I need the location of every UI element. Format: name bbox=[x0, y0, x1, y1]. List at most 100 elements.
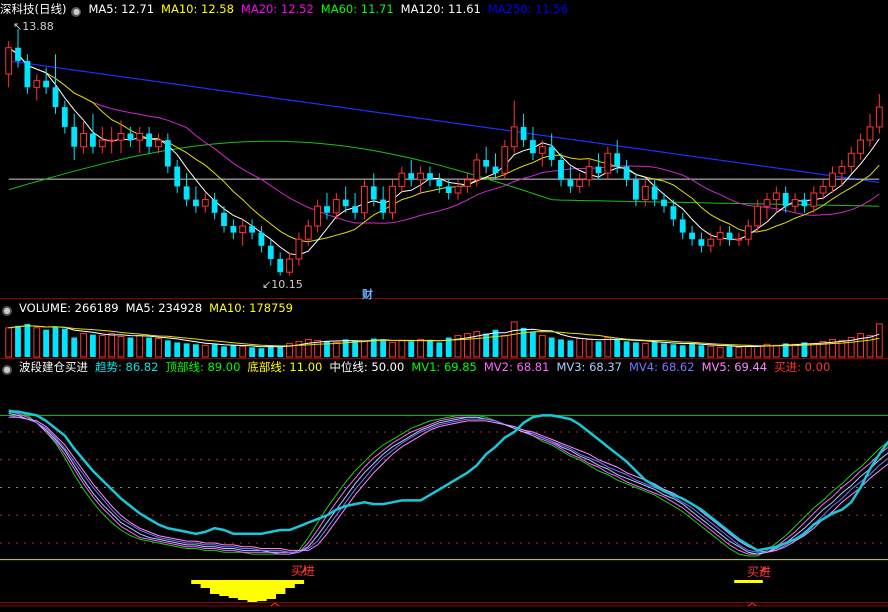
volume-bar bbox=[136, 335, 144, 358]
candle-body bbox=[174, 166, 181, 187]
volume-bar bbox=[810, 342, 818, 358]
volume-bar bbox=[239, 345, 247, 358]
candle-body bbox=[558, 160, 564, 180]
volume-legend-item-0: VOLUME: 266189 bbox=[19, 301, 119, 315]
volume-bar bbox=[436, 342, 443, 357]
candle-body bbox=[726, 232, 733, 240]
candle-body bbox=[380, 199, 386, 213]
volume-bar bbox=[707, 345, 715, 358]
volume-bar bbox=[726, 346, 733, 357]
candle-body bbox=[810, 192, 818, 207]
volume-bar bbox=[651, 341, 658, 357]
candle-body bbox=[314, 205, 322, 227]
candle-body bbox=[454, 185, 462, 194]
stock-title: 深科技(日线) bbox=[0, 2, 67, 16]
candle-body bbox=[763, 199, 771, 207]
candle-body bbox=[277, 259, 284, 273]
candle-body bbox=[679, 219, 686, 233]
volume-bar bbox=[398, 339, 406, 358]
candle-body bbox=[239, 225, 247, 234]
indicator-legend-item-7: MV3: 68.37 bbox=[556, 360, 622, 374]
bottom-histogram-bar bbox=[228, 580, 239, 598]
candle-body bbox=[361, 185, 368, 214]
candle-body bbox=[492, 166, 499, 174]
volume-bar bbox=[277, 346, 284, 357]
bottom-histogram-bar bbox=[752, 580, 763, 583]
volume-bar bbox=[230, 345, 237, 357]
volume-bar bbox=[155, 338, 162, 358]
finance-marker[interactable]: 财 bbox=[362, 286, 373, 302]
candle-body bbox=[211, 199, 218, 213]
ma-legend: MA5: 12.71 MA10: 12.58 MA20: 12.52 MA60: 11… bbox=[88, 2, 575, 16]
volume-bar bbox=[295, 340, 303, 358]
volume-bar bbox=[380, 339, 386, 357]
candle-body bbox=[847, 152, 855, 168]
candle-body bbox=[398, 172, 406, 187]
volume-legend-item-2: MA10: 178759 bbox=[209, 301, 293, 315]
volume-settings-icon[interactable]: ● bbox=[2, 306, 12, 316]
candle-body bbox=[838, 166, 846, 174]
candle-body bbox=[80, 133, 87, 148]
volume-bar bbox=[689, 343, 695, 357]
volume-bar bbox=[548, 337, 555, 357]
volume-legend: VOLUME: 266189 MA5: 234928 MA10: 178759 bbox=[19, 301, 300, 315]
candle-body bbox=[857, 139, 865, 154]
candle-body bbox=[782, 193, 789, 207]
candle-body bbox=[98, 139, 106, 148]
volume-bar bbox=[633, 342, 639, 357]
candle-body bbox=[548, 146, 555, 160]
candle-body bbox=[641, 185, 649, 201]
candle-body bbox=[324, 206, 330, 213]
buy-label-1: 买进 bbox=[291, 564, 316, 578]
indicator-settings-icon[interactable]: ● bbox=[2, 365, 12, 375]
candle-body bbox=[24, 60, 31, 88]
candle-body bbox=[5, 47, 13, 75]
indicator-legend-item-3: 底部线: 11.00 bbox=[247, 360, 323, 374]
volume-bar bbox=[801, 342, 808, 357]
indicator-legend-item-5: MV1: 69.85 bbox=[411, 360, 477, 374]
candle-body bbox=[754, 205, 762, 227]
candle-body bbox=[33, 80, 41, 88]
volume-bar bbox=[61, 328, 68, 357]
volume-bar bbox=[146, 337, 152, 357]
indicator-legend-item-0: 波段建仓买进 bbox=[19, 360, 88, 374]
volume-bar bbox=[193, 344, 199, 357]
volume-bar bbox=[875, 323, 883, 358]
indicator-header: ● 波段建仓买进 趋势: 86.82 顶部线: 89.00 底部线: 11.00 中位线:… bbox=[0, 358, 844, 376]
candle-body bbox=[614, 153, 621, 167]
volume-bar bbox=[604, 337, 612, 358]
indicator-legend-item-9: MV5: 69.44 bbox=[701, 360, 768, 374]
candle-body bbox=[576, 179, 584, 187]
volume-bar bbox=[492, 329, 499, 357]
candle-body bbox=[633, 179, 639, 200]
ma-legend-item-2: MA20: 12.52 bbox=[240, 2, 314, 16]
candle-body bbox=[530, 140, 536, 154]
volume-bar bbox=[90, 334, 96, 357]
settings-circle-icon[interactable]: ● bbox=[71, 7, 82, 17]
volume-header: ● VOLUME: 266189 MA5: 234928 MA10: 178759 bbox=[0, 299, 307, 317]
candle-body bbox=[689, 232, 695, 240]
volume-bar bbox=[267, 345, 274, 357]
candle-body bbox=[716, 232, 724, 240]
candle-body bbox=[295, 238, 303, 260]
volume-bar bbox=[183, 343, 190, 357]
candle-body bbox=[866, 126, 874, 141]
volume-bar bbox=[754, 345, 762, 358]
volume-bar bbox=[538, 335, 546, 358]
candle-body bbox=[286, 258, 293, 273]
candle-body bbox=[249, 226, 255, 233]
panel-divider-bottom bbox=[0, 602, 888, 603]
bottom-histogram-bar bbox=[294, 580, 305, 584]
candle-body bbox=[436, 179, 443, 187]
indicator-legend-item-1: 趋势: 86.82 bbox=[95, 360, 159, 374]
volume-bar bbox=[43, 329, 49, 357]
volume-bar bbox=[211, 344, 218, 357]
volume-bar bbox=[614, 339, 621, 357]
candle-body bbox=[501, 146, 509, 174]
candle-body bbox=[108, 139, 116, 142]
low-price-annotation: ↙10.15 bbox=[262, 278, 303, 291]
volume-bar bbox=[623, 341, 630, 357]
candle-body bbox=[183, 186, 190, 200]
candle-body bbox=[61, 107, 68, 127]
candle-body bbox=[585, 166, 593, 181]
